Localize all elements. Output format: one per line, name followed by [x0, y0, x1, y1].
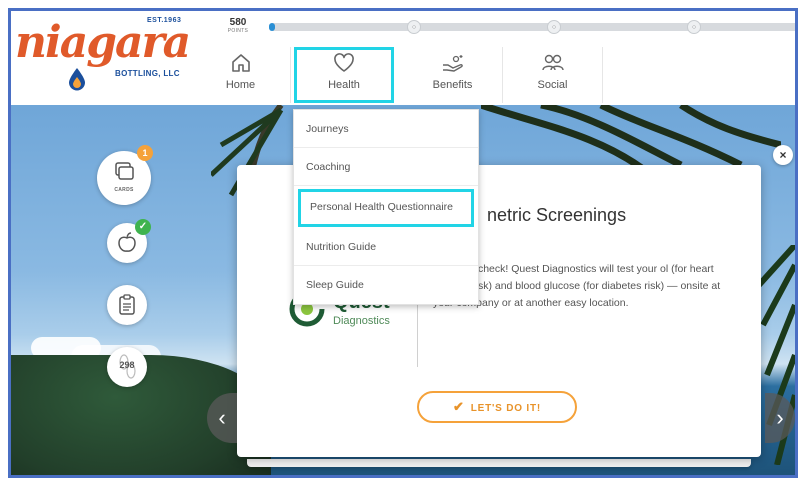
menu-item-coaching[interactable]: Coaching	[294, 148, 478, 186]
checkmark-icon: ✔	[452, 399, 465, 414]
points-counter: 580 POINTS	[223, 17, 253, 34]
clipboard-icon	[119, 294, 135, 315]
points-value: 580	[229, 17, 247, 28]
water-drop-icon	[69, 68, 85, 91]
menu-item-journeys[interactable]: Journeys	[294, 110, 478, 148]
nav-home[interactable]: Home	[191, 47, 291, 103]
nav-social-label: Social	[537, 79, 568, 91]
header: niagara EST.1963 BOTTLING, LLC 580 POINT…	[11, 11, 795, 106]
points-progress-bar: ○ ○ ○	[269, 20, 795, 34]
menu-item-sleep-guide[interactable]: Sleep Guide	[294, 266, 478, 304]
health-dropdown-menu: Journeys Coaching Personal Health Questi…	[293, 109, 479, 305]
nav-health-label: Health	[328, 79, 360, 91]
checklist-button[interactable]	[107, 285, 147, 325]
apple-icon	[118, 232, 136, 252]
menu-item-personal-health-questionnaire[interactable]: Personal Health Questionnaire	[298, 189, 474, 227]
nav-social[interactable]: Social	[503, 47, 603, 103]
milestone-marker: ○	[687, 20, 701, 34]
cta-label: LET'S DO IT!	[470, 403, 541, 414]
people-icon	[541, 54, 564, 71]
milestone-marker: ○	[547, 20, 561, 34]
progress-fill	[269, 23, 275, 31]
logo-subtitle: BOTTLING, LLC	[115, 69, 180, 78]
cards-caption: CARDS	[114, 187, 134, 193]
points-label: POINTS	[227, 28, 249, 34]
card-stack-shadow	[247, 459, 751, 467]
close-card-button[interactable]: ×	[773, 145, 793, 165]
nutrition-button[interactable]: ✓	[107, 219, 151, 263]
cards-icon	[115, 162, 134, 180]
steps-button[interactable]: 298	[107, 347, 147, 387]
nav-home-label: Home	[225, 79, 256, 91]
app-window: niagara EST.1963 BOTTLING, LLC 580 POINT…	[8, 8, 798, 478]
lets-do-it-button[interactable]: ✔ LET'S DO IT!	[417, 391, 577, 423]
cards-count-badge: 1	[137, 145, 153, 161]
quest-logo-sub: Diagnostics	[333, 315, 390, 327]
nav-benefits[interactable]: Benefits	[403, 47, 503, 103]
menu-item-nutrition-guide[interactable]: Nutrition Guide	[294, 228, 478, 266]
steps-count: 298	[119, 360, 135, 370]
nav-benefits-label: Benefits	[432, 79, 473, 91]
heart-icon	[334, 53, 354, 72]
logo-wordmark: niagara	[15, 17, 191, 68]
nav-health[interactable]: Health	[294, 47, 394, 103]
card-title: netric Screenings	[487, 205, 627, 225]
milestone-marker: ○	[407, 20, 421, 34]
logo-established: EST.1963	[147, 17, 182, 24]
home-icon	[231, 54, 250, 72]
niagara-logo[interactable]: niagara EST.1963 BOTTLING, LLC	[15, 17, 191, 99]
completed-check-badge: ✓	[135, 219, 151, 235]
hand-coins-icon	[442, 55, 463, 72]
cards-button[interactable]: CARDS 1	[97, 145, 153, 205]
